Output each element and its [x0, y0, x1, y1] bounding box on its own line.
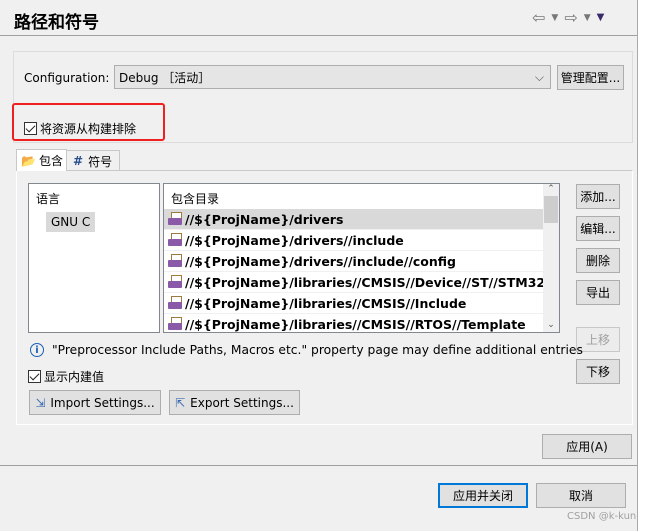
export-icon: ⇱ — [175, 395, 186, 410]
info-icon: i — [30, 343, 44, 357]
export-settings-button[interactable]: ⇱ Export Settings... — [169, 390, 300, 415]
configuration-value: Debug ［活动］ — [119, 70, 211, 85]
cancel-button[interactable]: 取消 — [536, 483, 626, 508]
export-button[interactable]: 导出 — [576, 280, 620, 305]
tab-label: 符号 — [88, 154, 113, 169]
show-builtin-label: 显示内建值 — [44, 370, 105, 384]
apply-button[interactable]: 应用(A) — [542, 434, 632, 459]
include-path: //${ProjName}/drivers//include — [185, 232, 404, 248]
view-menu-icon[interactable]: ▼ — [597, 12, 605, 27]
import-settings-button[interactable]: ⇲ Import Settings... — [29, 390, 161, 415]
include-row[interactable]: //${ProjName}/libraries//CMSIS//Device//… — [164, 272, 544, 293]
include-path: //${ProjName}/libraries//CMSIS//Device//… — [185, 274, 544, 290]
configuration-label: Configuration: — [24, 71, 110, 85]
info-text: "Preprocessor Include Paths, Macros etc.… — [52, 343, 583, 357]
exclude-checkbox[interactable]: 将资源从构建排除 — [24, 120, 136, 137]
include-header: 包含目录 — [171, 192, 220, 206]
language-item[interactable]: GNU C — [46, 212, 96, 232]
dialog: 路径和符号 ⇦ ▼ ⇨ ▼ ▼ Configuration: Debug ［活动］ … — [0, 0, 638, 531]
manage-configurations-button[interactable]: 管理配置... — [557, 65, 624, 90]
add-button[interactable]: 添加... — [576, 184, 620, 209]
chevron-down-icon[interactable]: ▼ — [551, 13, 558, 27]
scrollbar-thumb[interactable] — [544, 196, 558, 223]
include-folder-icon — [168, 212, 183, 226]
include-path: //${ProjName}/libraries//CMSIS//RTOS//Te… — [185, 316, 526, 332]
delete-button[interactable]: 删除 — [576, 248, 620, 273]
import-icon: ⇲ — [35, 395, 46, 410]
scroll-up-icon[interactable]: ⌃ — [543, 184, 559, 194]
chevron-down-icon[interactable]: ▼ — [584, 13, 591, 27]
include-folder-icon — [168, 254, 183, 268]
include-row[interactable]: //${ProjName}/drivers//include — [164, 230, 544, 251]
include-row[interactable]: //${ProjName}/drivers//include//config — [164, 251, 544, 272]
info-message: i "Preprocessor Include Paths, Macros et… — [30, 343, 583, 357]
watermark: CSDN @k-kun — [567, 511, 637, 522]
include-row[interactable]: //${ProjName}/libraries//CMSIS//Include — [164, 293, 544, 314]
export-label: Export Settings... — [190, 395, 294, 410]
hash-icon: # — [73, 154, 84, 168]
nav-bar: ⇦ ▼ ⇨ ▼ ▼ — [532, 8, 604, 27]
include-row[interactable]: //${ProjName}/libraries//CMSIS//RTOS//Te… — [164, 314, 544, 335]
tab-label: 包含 — [38, 154, 63, 168]
scrollbar[interactable]: ⌃ ⌄ — [543, 184, 559, 332]
tab-symbols[interactable]: # 符号 — [67, 150, 120, 171]
scroll-down-icon[interactable]: ⌄ — [543, 320, 559, 330]
arrow-right-icon[interactable]: ⇨ — [564, 8, 577, 27]
include-folder-icon — [168, 275, 183, 289]
language-header: 语言 — [36, 192, 61, 206]
include-icon: 📂 — [21, 153, 36, 168]
edit-button[interactable]: 编辑... — [576, 216, 620, 241]
include-folder-icon — [168, 296, 183, 310]
chevron-down-icon: ⌵ — [534, 69, 544, 84]
tab-include[interactable]: 📂 包含 — [16, 149, 67, 171]
move-down-button[interactable]: 下移 — [576, 359, 620, 384]
checkbox-checked-icon[interactable] — [28, 370, 41, 383]
include-path: //${ProjName}/libraries//CMSIS//Include — [185, 295, 467, 311]
import-label: Import Settings... — [50, 395, 155, 410]
include-folder-icon — [168, 317, 183, 331]
checkbox-checked-icon[interactable] — [24, 122, 37, 135]
show-builtin-checkbox[interactable]: 显示内建值 — [28, 368, 104, 385]
exclude-label: 将资源从构建排除 — [40, 122, 137, 136]
language-list[interactable]: 语言 GNU C — [28, 183, 160, 333]
apply-and-close-button[interactable]: 应用并关闭 — [438, 483, 528, 508]
page-title: 路径和符号 — [14, 13, 99, 33]
include-path: //${ProjName}/drivers — [185, 211, 344, 227]
arrow-left-icon[interactable]: ⇦ — [532, 8, 545, 27]
include-folder-icon — [168, 233, 183, 247]
include-list[interactable]: 包含目录 //${ProjName}/drivers //${ProjName}/… — [163, 183, 560, 335]
configuration-select[interactable]: Debug ［活动］ ⌵ — [114, 65, 551, 89]
include-row[interactable]: //${ProjName}/drivers — [164, 209, 544, 230]
include-path: //${ProjName}/drivers//include//config — [185, 253, 456, 269]
